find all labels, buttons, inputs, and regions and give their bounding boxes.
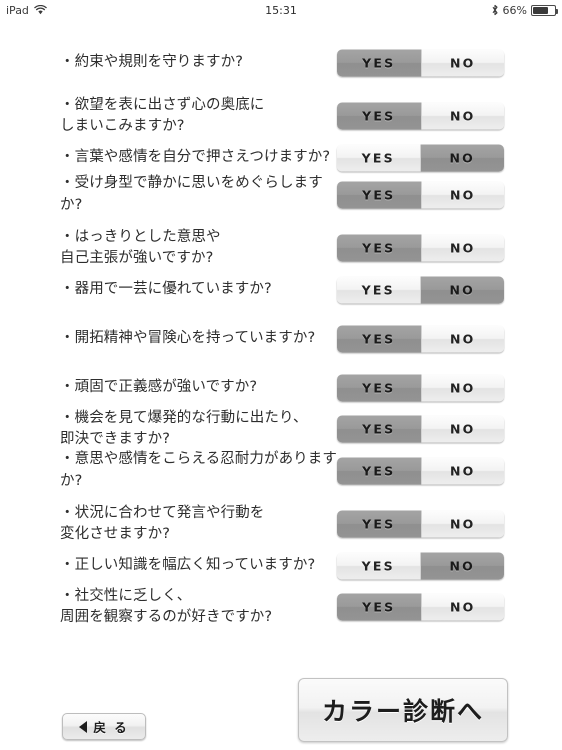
yes-no-toggle[interactable]: YES NO (337, 552, 504, 579)
question-text: ・機会を見て爆発的な行動に出たり、 即決できますか? (60, 409, 308, 447)
question-text: ・言葉や感情を自分で押さえつけますか? (60, 148, 331, 165)
question-row: ・機会を見て爆発的な行動に出たり、 即決できますか? YES NO (0, 406, 562, 452)
yes-option[interactable]: YES (337, 276, 421, 303)
yes-no-toggle[interactable]: YES NO (337, 49, 504, 76)
question-text: ・はっきりとした意思や 自己主張が強いですか? (60, 228, 221, 266)
yes-no-toggle[interactable]: YES NO (337, 102, 504, 130)
status-bar: iPad 15:31 66% (0, 0, 562, 20)
yes-option[interactable]: YES (337, 374, 421, 401)
battery-icon (531, 4, 558, 16)
yes-no-toggle[interactable]: YES NO (337, 415, 504, 443)
back-button-label: 戻 る (93, 720, 129, 735)
yes-option[interactable]: YES (337, 234, 421, 262)
back-button[interactable]: 戻 る (62, 713, 146, 740)
yes-no-toggle[interactable]: YES NO (337, 374, 504, 401)
color-diagnosis-button[interactable]: カラー診断へ (298, 678, 508, 742)
triangle-left-icon (79, 720, 88, 733)
yes-no-toggle[interactable]: YES NO (337, 181, 504, 208)
no-option[interactable]: NO (420, 102, 504, 130)
yes-option[interactable]: YES (337, 181, 421, 208)
question-text: ・社交性に乏しく、 周囲を観察するのが好きですか? (60, 587, 273, 625)
question-row: ・受け身型で静かに思いをめぐらしますか? YES NO (0, 175, 562, 213)
status-bar-right: 66% (491, 3, 558, 17)
battery-percent-label: 66% (502, 3, 527, 17)
no-option[interactable]: NO (420, 144, 504, 171)
no-option[interactable]: NO (420, 325, 504, 352)
question-row: ・約束や規則を守りますか? YES NO (0, 44, 562, 81)
no-option[interactable]: NO (420, 593, 504, 621)
yes-no-toggle[interactable]: YES NO (337, 593, 504, 621)
yes-no-toggle[interactable]: YES NO (337, 276, 504, 303)
question-row: ・はっきりとした意思や 自己主張が強いですか? YES NO (0, 225, 562, 271)
no-option[interactable]: NO (420, 552, 504, 579)
yes-no-toggle[interactable]: YES NO (337, 234, 504, 262)
question-row: ・正しい知識を幅広く知っていますか? YES NO (0, 547, 562, 584)
question-row: ・欲望を表に出さず心の奥底に しまいこみますか? YES NO (0, 93, 562, 139)
question-row: ・器用で一芸に優れていますか? YES NO (0, 271, 562, 308)
question-text: ・欲望を表に出さず心の奥底に しまいこみますか? (60, 96, 265, 134)
quiz-sheet: ・約束や規則を守りますか? YES NO ・欲望を表に出さず心の奥底に しまいこみます… (0, 20, 562, 750)
question-text: ・状況に合わせて発言や行動を 変化させますか? (60, 504, 265, 542)
question-text: ・器用で一芸に優れていますか? (60, 280, 272, 297)
question-row: ・社交性に乏しく、 周囲を観察するのが好きですか? YES NO (0, 584, 562, 630)
yes-no-toggle[interactable]: YES NO (337, 457, 504, 484)
yes-no-toggle[interactable]: YES NO (337, 144, 504, 171)
battery-fill (533, 6, 549, 14)
yes-option[interactable]: YES (337, 144, 421, 171)
question-row: ・頑固で正義感が強いですか? YES NO (0, 369, 562, 406)
question-row: ・状況に合わせて発言や行動を 変化させますか? YES NO (0, 501, 562, 547)
yes-option[interactable]: YES (337, 325, 421, 352)
no-option[interactable]: NO (420, 510, 504, 538)
question-list: ・約束や規則を守りますか? YES NO ・欲望を表に出さず心の奥底に しまいこみます… (0, 44, 562, 630)
question-row: ・開拓精神や冒険心を持っていますか? YES NO (0, 320, 562, 357)
no-option[interactable]: NO (420, 457, 504, 484)
no-option[interactable]: NO (420, 234, 504, 262)
yes-option[interactable]: YES (337, 593, 421, 621)
question-row: ・言葉や感情を自分で押さえつけますか? YES NO (0, 139, 562, 176)
yes-no-toggle[interactable]: YES NO (337, 325, 504, 352)
yes-option[interactable]: YES (337, 457, 421, 484)
yes-no-toggle[interactable]: YES NO (337, 510, 504, 538)
question-row: ・意思や感情をこらえる忍耐力がありますか? YES NO (0, 451, 562, 489)
yes-option[interactable]: YES (337, 415, 421, 443)
no-option[interactable]: NO (420, 276, 504, 303)
yes-option[interactable]: YES (337, 552, 421, 579)
question-text: ・受け身型で静かに思いをめぐらしますか? (60, 175, 323, 213)
yes-option[interactable]: YES (337, 49, 421, 76)
status-bar-clock: 15:31 (265, 3, 297, 17)
yes-option[interactable]: YES (337, 102, 421, 130)
question-text: ・開拓精神や冒険心を持っていますか? (60, 329, 316, 346)
no-option[interactable]: NO (420, 374, 504, 401)
yes-option[interactable]: YES (337, 510, 421, 538)
question-text: ・正しい知識を幅広く知っていますか? (60, 556, 316, 573)
no-option[interactable]: NO (420, 181, 504, 208)
question-text: ・頑固で正義感が強いですか? (60, 378, 258, 395)
question-text: ・意思や感情をこらえる忍耐力がありますか? (60, 451, 337, 489)
bluetooth-icon (491, 4, 499, 16)
no-option[interactable]: NO (420, 49, 504, 76)
no-option[interactable]: NO (420, 415, 504, 443)
question-text: ・約束や規則を守りますか? (60, 53, 243, 70)
